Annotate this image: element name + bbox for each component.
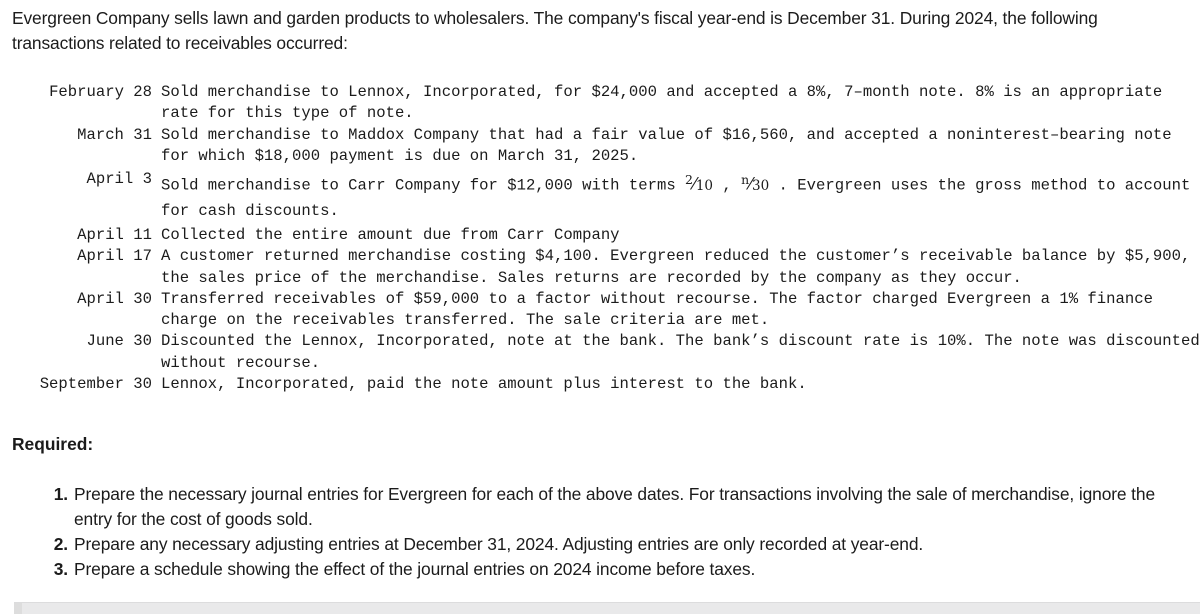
horizontal-scrollbar[interactable] [14, 602, 1200, 614]
transaction-date: March 31 [77, 125, 152, 144]
transaction-description: Transferred receivables of $59,000 to a … [161, 289, 1153, 330]
transaction-description: Discounted the Lennox, Incorporated, not… [161, 332, 1200, 372]
transaction-description: Sold merchandise to Maddox Company that … [161, 125, 1172, 165]
transaction-description: Collected the entire amount due from Car… [161, 225, 620, 244]
list-item: 2. Prepare any necessary adjusting entri… [12, 532, 1192, 557]
required-list: 1. Prepare the necessary journal entries… [12, 482, 1192, 582]
transaction-description: Lennox, Incorporated, paid the note amou… [161, 375, 807, 394]
table-row: April 11 Collected the entire amount due… [0, 225, 1200, 246]
transaction-description: Sold merchandise to Carr Company for $12… [161, 167, 1200, 225]
transaction-description: Sold merchandise to Lennox, Incorporated… [161, 83, 1163, 123]
transaction-date: April 17 [77, 247, 152, 266]
table-row: February 28 Sold merchandise to Lennox, … [0, 82, 1200, 125]
list-item-text: Prepare any necessary adjusting entries … [74, 534, 924, 554]
fraction-numerator: n [741, 172, 750, 188]
transaction-date: June 30 [86, 332, 152, 351]
transaction-date: September 30 [39, 375, 152, 394]
table-row: March 31 Sold merchandise to Maddox Comp… [0, 125, 1200, 168]
fraction-denominator: 30 [752, 177, 770, 194]
credit-terms-fraction-2: n⁄30 [741, 167, 769, 199]
fraction-numerator: 2 [685, 172, 693, 188]
list-item: 1. Prepare the necessary journal entries… [12, 482, 1192, 532]
intro-line-1: Evergreen Company sells lawn and garden … [12, 8, 895, 28]
transactions-table: February 28 Sold merchandise to Lennox, … [0, 82, 1200, 395]
transaction-text-mid: , [713, 176, 742, 195]
transaction-date: February 28 [49, 83, 152, 101]
table-row: June 30 Discounted the Lennox, Incorpora… [0, 331, 1200, 374]
list-item-text: Prepare the necessary journal entries fo… [74, 484, 1155, 529]
transaction-date: April 11 [77, 225, 152, 244]
table-row: April 30 Transferred receivables of $59,… [0, 289, 1200, 332]
transaction-date: April 3 [86, 170, 152, 189]
fraction-denominator: 10 [695, 177, 714, 194]
table-row: April 3 Sold merchandise to Carr Company… [0, 167, 1200, 225]
intro-paragraph: Evergreen Company sells lawn and garden … [12, 6, 1188, 56]
transaction-text-pre: Sold merchandise to Carr Company for $12… [161, 176, 686, 195]
table-row: September 30 Lennox, Incorporated, paid … [0, 374, 1200, 395]
scrollbar-thumb[interactable] [14, 603, 22, 614]
list-item: 3. Prepare a schedule showing the effect… [12, 557, 1192, 582]
list-item-number: 3. [53, 559, 68, 579]
transaction-date: April 30 [77, 289, 152, 308]
credit-terms-fraction-1: 2⁄10 [685, 167, 713, 199]
transactions-body: February 28 Sold merchandise to Lennox, … [0, 82, 1200, 395]
required-heading: Required: [12, 434, 94, 454]
transaction-description: A customer returned merchandise costing … [161, 247, 1191, 287]
list-item-number: 2. [53, 534, 68, 554]
list-item-number: 1. [53, 484, 68, 504]
list-item-text: Prepare a schedule showing the effect of… [74, 559, 756, 579]
table-row: April 17 A customer returned merchandise… [0, 246, 1200, 289]
